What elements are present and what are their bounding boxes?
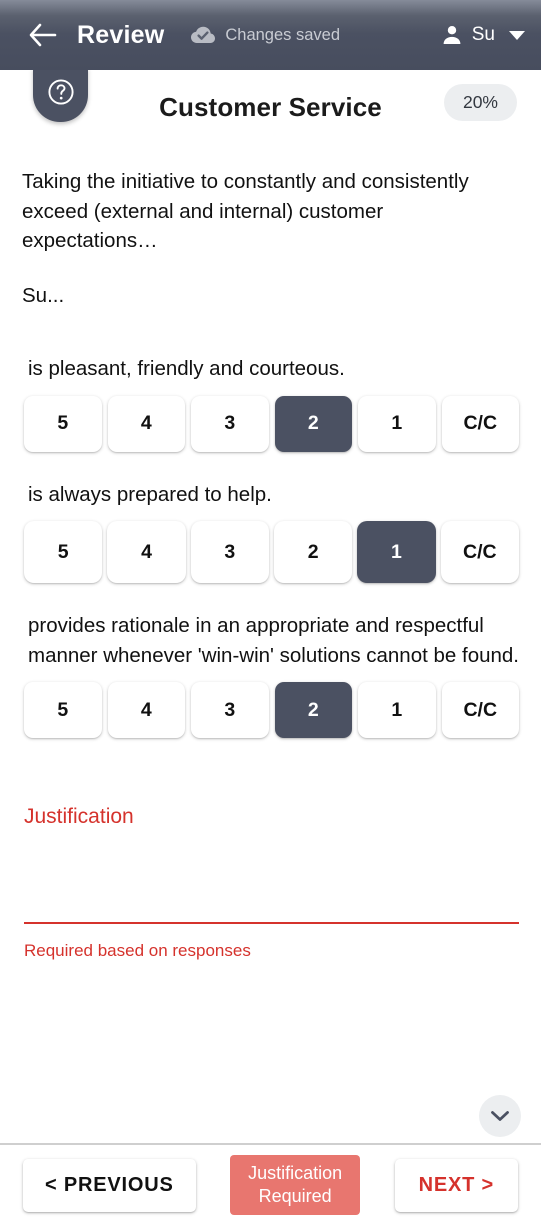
page-title: Review bbox=[77, 20, 165, 49]
help-button[interactable] bbox=[33, 68, 88, 122]
rating-option-2[interactable]: 2 bbox=[274, 682, 352, 738]
justification-label: Justification bbox=[24, 805, 134, 828]
description-paragraph-2: Su... bbox=[22, 283, 65, 307]
scroll-down-button[interactable] bbox=[479, 1095, 521, 1137]
rating-option-3[interactable]: 3 bbox=[191, 395, 269, 452]
back-button[interactable] bbox=[26, 18, 60, 52]
previous-button[interactable]: < PREVIOUS bbox=[23, 1158, 196, 1212]
rating-option-2[interactable]: 2 bbox=[274, 395, 352, 452]
section-description: Taking the initiative to constantly and … bbox=[22, 167, 519, 310]
rating-options: 5 4 3 2 1 C/C bbox=[22, 521, 519, 583]
caret-down-icon bbox=[509, 30, 525, 40]
justification-field: Justification Required based on response… bbox=[22, 804, 519, 961]
app-bar: Review Changes saved Su bbox=[0, 0, 541, 70]
justification-required-chip: Justification Required bbox=[230, 1155, 361, 1215]
section-header: Customer Service 20% bbox=[22, 70, 519, 144]
justification-input[interactable] bbox=[24, 830, 519, 924]
section-title: Customer Service bbox=[159, 91, 382, 122]
save-status: Changes saved bbox=[190, 25, 340, 45]
form-scroll-area[interactable]: Customer Service 20% Taking the initiati… bbox=[0, 70, 541, 1143]
user-name-label: Su bbox=[471, 24, 495, 45]
rating-option-4[interactable]: 4 bbox=[107, 521, 186, 583]
rating-option-5[interactable]: 5 bbox=[24, 521, 103, 583]
rating-option-5[interactable]: 5 bbox=[24, 682, 102, 738]
rating-option-cc[interactable]: C/C bbox=[440, 521, 519, 583]
save-status-label: Changes saved bbox=[225, 25, 341, 44]
next-button[interactable]: NEXT > bbox=[394, 1158, 518, 1212]
cloud-check-icon bbox=[190, 25, 216, 45]
rating-option-3[interactable]: 3 bbox=[190, 521, 269, 583]
question-text: is always prepared to help. bbox=[28, 482, 272, 506]
rating-option-1[interactable]: 1 bbox=[358, 682, 436, 738]
rating-options: 5 4 3 2 1 C/C bbox=[22, 682, 519, 738]
justification-error-hint: Required based on responses bbox=[24, 941, 251, 960]
person-icon bbox=[441, 24, 463, 46]
question-item: is always prepared to help. 5 4 3 2 1 C/… bbox=[22, 480, 519, 583]
arrow-left-icon bbox=[28, 22, 58, 48]
bottom-navigation: < PREVIOUS Justification Required NEXT > bbox=[0, 1145, 541, 1225]
question-text: is pleasant, friendly and courteous. bbox=[28, 357, 345, 380]
rating-option-1[interactable]: 1 bbox=[358, 395, 436, 452]
rating-option-2[interactable]: 2 bbox=[273, 521, 353, 583]
question-item: is pleasant, friendly and courteous. 5 4… bbox=[22, 354, 519, 452]
rating-option-cc[interactable]: C/C bbox=[441, 682, 519, 738]
help-circle-icon bbox=[46, 77, 76, 107]
rating-option-3[interactable]: 3 bbox=[191, 682, 269, 738]
question-text: provides rationale in an appropriate and… bbox=[28, 614, 519, 667]
progress-badge: 20% bbox=[443, 84, 517, 121]
description-paragraph-1: Taking the initiative to constantly and … bbox=[22, 170, 469, 252]
question-item: provides rationale in an appropriate and… bbox=[22, 611, 519, 738]
review-screen: Review Changes saved Su Customer Service… bbox=[0, 0, 541, 1225]
chevron-down-icon bbox=[489, 1108, 511, 1124]
rating-option-1[interactable]: 1 bbox=[357, 521, 436, 583]
rating-option-4[interactable]: 4 bbox=[107, 682, 185, 738]
rating-options: 5 4 3 2 1 C/C bbox=[22, 395, 519, 452]
rating-option-4[interactable]: 4 bbox=[107, 395, 185, 452]
rating-option-5[interactable]: 5 bbox=[24, 395, 102, 452]
rating-option-cc[interactable]: C/C bbox=[441, 395, 519, 452]
user-menu[interactable]: Su bbox=[441, 24, 525, 46]
